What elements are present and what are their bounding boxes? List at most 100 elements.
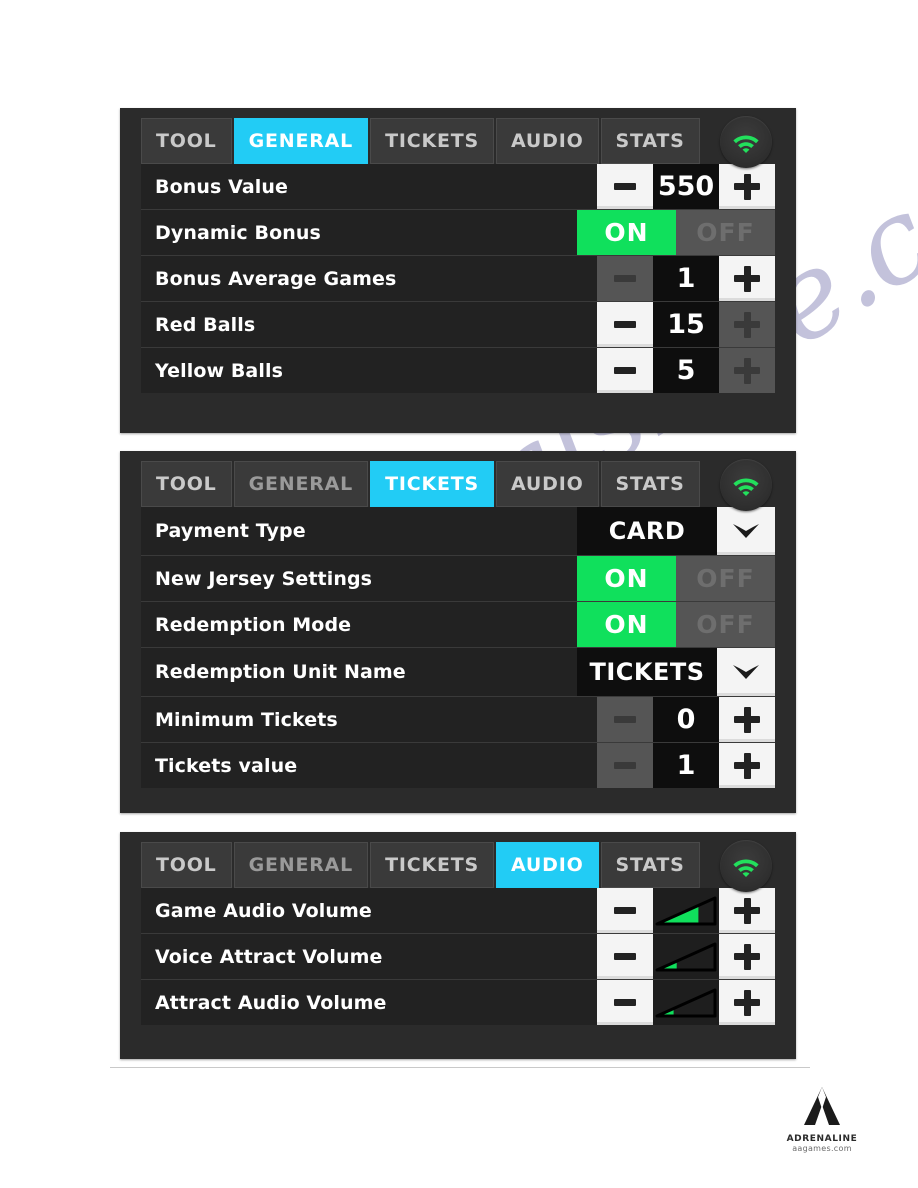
minus-icon: [614, 999, 636, 1006]
volume-meter: [653, 934, 719, 979]
wifi-status-button[interactable]: [720, 840, 772, 892]
decrement-button[interactable]: [597, 302, 653, 347]
toggle-on-option[interactable]: ON: [577, 602, 676, 647]
tab-stats[interactable]: STATS: [600, 842, 700, 888]
setting-label: Game Audio Volume: [155, 899, 372, 922]
settings-row: Voice Attract Volume: [141, 934, 775, 980]
footer-divider: [110, 1067, 810, 1068]
dropdown-button[interactable]: [717, 648, 775, 696]
plus-icon: [734, 989, 760, 1016]
toggle-off-option[interactable]: OFF: [676, 210, 775, 255]
settings-row-list: Payment Type CARD New Jersey Settings ON OFF…: [141, 507, 775, 788]
settings-panel-audio: TOOL GENERAL TICKETS AUDIO STATS Game Audio …: [120, 832, 796, 1059]
tab-general[interactable]: GENERAL: [233, 842, 369, 888]
tab-tickets[interactable]: TICKETS: [370, 118, 494, 164]
setting-label: Payment Type: [155, 520, 306, 542]
tab-audio[interactable]: AUDIO: [496, 118, 599, 164]
plus-icon: [734, 265, 760, 292]
minus-icon: [614, 762, 636, 769]
settings-row: Payment Type CARD: [141, 507, 775, 556]
wifi-icon: [733, 859, 759, 877]
increment-button[interactable]: [719, 743, 775, 788]
volume-level-icon: [655, 896, 717, 925]
tab-bar: TOOL GENERAL TICKETS AUDIO STATS: [120, 451, 796, 511]
tab-stats[interactable]: STATS: [600, 461, 700, 507]
tab-general[interactable]: GENERAL: [233, 118, 369, 164]
minus-icon: [614, 367, 636, 374]
setting-control: TICKETS: [577, 648, 775, 696]
setting-control: [597, 888, 775, 933]
tab-list: TOOL GENERAL TICKETS AUDIO STATS: [141, 461, 796, 507]
decrement-button[interactable]: [597, 934, 653, 979]
setting-control: 1: [597, 256, 775, 301]
setting-control: 1: [597, 743, 775, 788]
tab-tool[interactable]: TOOL: [141, 461, 232, 507]
settings-row: Redemption Mode ON OFF: [141, 602, 775, 648]
toggle-on-option[interactable]: ON: [577, 210, 676, 255]
increment-button[interactable]: [719, 888, 775, 933]
settings-row: Bonus Value 550: [141, 164, 775, 210]
wifi-icon: [733, 478, 759, 496]
tab-stats[interactable]: STATS: [600, 118, 700, 164]
decrement-button[interactable]: [597, 164, 653, 209]
chevron-down-icon: [733, 524, 759, 538]
increment-button[interactable]: [719, 934, 775, 979]
decrement-button: [597, 743, 653, 788]
tab-tool[interactable]: TOOL: [141, 842, 232, 888]
wifi-icon: [733, 135, 759, 153]
wifi-status-button[interactable]: [720, 116, 772, 168]
tab-list: TOOL GENERAL TICKETS AUDIO STATS: [141, 842, 796, 888]
settings-row: Yellow Balls 5: [141, 348, 775, 393]
tab-audio[interactable]: AUDIO: [496, 842, 599, 888]
tab-tickets[interactable]: TICKETS: [370, 842, 494, 888]
minus-icon: [614, 716, 636, 723]
settings-row: New Jersey Settings ON OFF: [141, 556, 775, 602]
setting-value: 5: [653, 348, 719, 393]
brand-logo: ADRENALINE aagames.com: [774, 1085, 870, 1153]
increment-button[interactable]: [719, 697, 775, 742]
toggle-off-option[interactable]: OFF: [676, 602, 775, 647]
setting-control: ON OFF: [577, 556, 775, 601]
setting-label: Redemption Mode: [155, 613, 352, 636]
plus-icon: [734, 173, 760, 200]
setting-label: Redemption Unit Name: [155, 661, 406, 683]
setting-value: 15: [653, 302, 719, 347]
wifi-status-button[interactable]: [720, 459, 772, 511]
toggle-on-option[interactable]: ON: [577, 556, 676, 601]
increment-button[interactable]: [719, 980, 775, 1025]
decrement-button[interactable]: [597, 888, 653, 933]
settings-row: Redemption Unit Name TICKETS: [141, 648, 775, 697]
tab-audio[interactable]: AUDIO: [496, 461, 599, 507]
tab-tickets[interactable]: TICKETS: [370, 461, 494, 507]
onoff-toggle: ON OFF: [577, 602, 775, 647]
dropdown-value[interactable]: TICKETS: [577, 648, 717, 696]
setting-label: Tickets value: [155, 754, 298, 777]
logo-name: ADRENALINE: [786, 1134, 858, 1144]
decrement-button[interactable]: [597, 980, 653, 1025]
dropdown-button[interactable]: [717, 507, 775, 555]
settings-panel-tickets: TOOL GENERAL TICKETS AUDIO STATS Payment Typ…: [120, 451, 796, 813]
volume-meter: [653, 980, 719, 1025]
minus-icon: [614, 321, 636, 328]
increment-button: [719, 302, 775, 347]
dropdown-value[interactable]: CARD: [577, 507, 717, 555]
increment-button[interactable]: [719, 164, 775, 209]
setting-label: Voice Attract Volume: [155, 945, 383, 968]
setting-value: 550: [653, 164, 719, 209]
settings-row: Red Balls 15: [141, 302, 775, 348]
tab-general[interactable]: GENERAL: [233, 461, 369, 507]
minus-icon: [614, 953, 636, 960]
setting-control: 5: [597, 348, 775, 393]
toggle-off-option[interactable]: OFF: [676, 556, 775, 601]
decrement-button[interactable]: [597, 348, 653, 393]
onoff-toggle: ON OFF: [577, 556, 775, 601]
setting-control: [597, 934, 775, 979]
settings-row: Minimum Tickets 0: [141, 697, 775, 743]
increment-button[interactable]: [719, 256, 775, 301]
adrenaline-logo-icon: [804, 1087, 840, 1125]
settings-row-list: Game Audio Volume Voice Attract Volume Att…: [141, 888, 775, 1025]
plus-icon: [734, 706, 760, 733]
tab-tool[interactable]: TOOL: [141, 118, 232, 164]
settings-row: Game Audio Volume: [141, 888, 775, 934]
setting-label: Bonus Average Games: [155, 267, 397, 290]
